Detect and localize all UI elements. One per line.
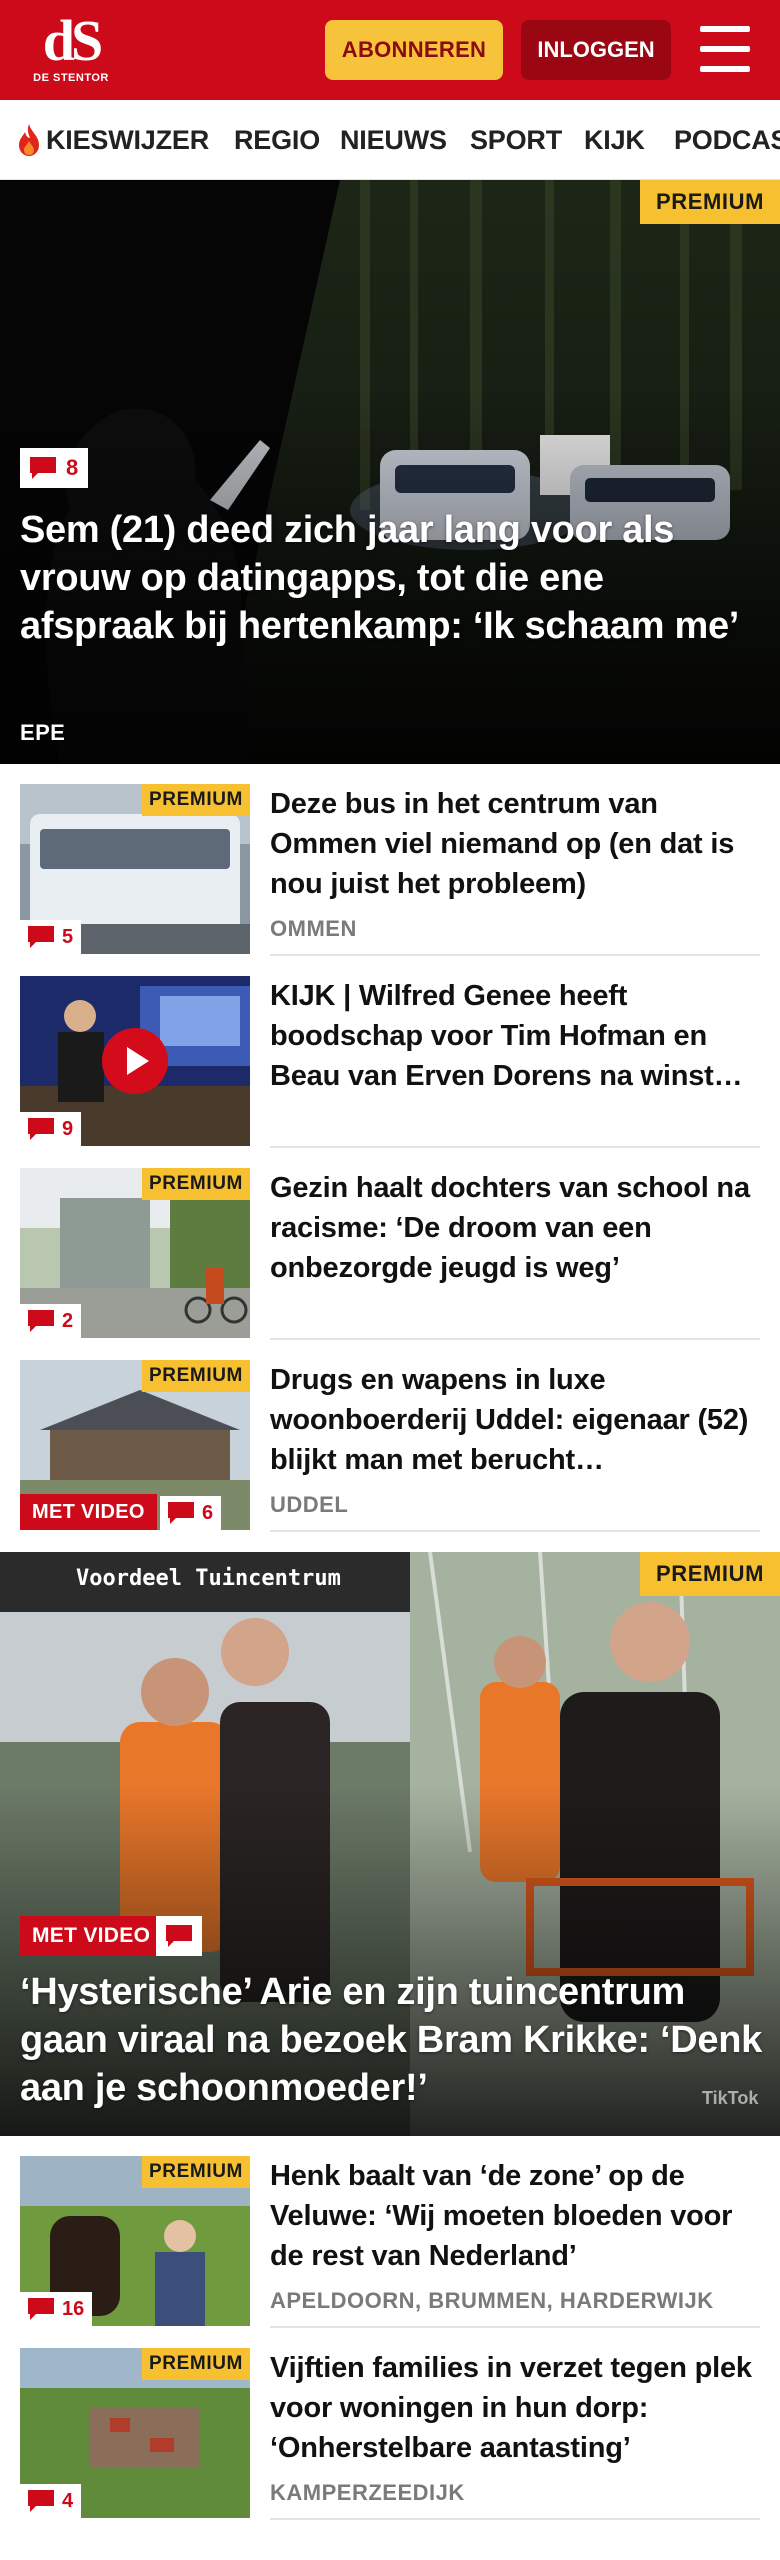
comment-count-badge	[156, 1916, 202, 1956]
hero-article-2[interactable]: Voordeel Tuincentrum TikTok PREMIUM MET …	[0, 1552, 780, 2136]
article-card[interactable]: PREMIUM 2 Gezin haalt dochters van schoo…	[20, 1168, 760, 1338]
comment-icon	[168, 1502, 194, 1524]
premium-badge: PREMIUM	[142, 2348, 250, 2380]
article-thumbnail: PREMIUM 16	[20, 2156, 250, 2326]
comment-icon	[28, 2298, 54, 2320]
nav-item-regio[interactable]: REGIO	[234, 100, 320, 179]
premium-badge: PREMIUM	[640, 180, 780, 224]
article-title[interactable]: Vijftien families in verzet tegen plek v…	[270, 2348, 760, 2468]
hero-title[interactable]: ‘Hysterische’ Arie en zijn tuincentrum g…	[20, 1968, 770, 2112]
nav-item-sport[interactable]: SPORT	[470, 100, 562, 179]
article-location: APELDOORN, BRUMMEN, HARDERWIJK	[270, 2288, 714, 2313]
article-location: KAMPERZEEDIJK	[270, 2480, 465, 2505]
premium-badge: PREMIUM	[142, 1360, 250, 1392]
section-nav: KIESWIJZER REGIO NIEUWS SPORT KIJK PODCA…	[0, 100, 780, 180]
article-thumbnail: PREMIUM 2	[20, 1168, 250, 1338]
nav-item-kieswijzer[interactable]: KIESWIJZER	[16, 100, 210, 179]
premium-badge: PREMIUM	[142, 784, 250, 816]
article-title[interactable]: Henk baalt van ‘de zone’ op de Veluwe: ‘…	[270, 2156, 760, 2276]
comment-count-badge: 9	[20, 1112, 82, 1146]
premium-badge: PREMIUM	[640, 1552, 780, 1596]
comment-icon	[30, 457, 56, 479]
comment-count-badge: 16	[20, 2292, 93, 2326]
article-card[interactable]: PREMIUM 16 Henk baalt van ‘de zone’ op d…	[20, 2156, 760, 2326]
comment-count-badge: 5	[20, 920, 82, 954]
article-location: UDDEL	[270, 1492, 349, 1517]
comment-icon	[166, 1925, 192, 1947]
article-title[interactable]: Drugs en wapens in luxe woonboerderij Ud…	[270, 1360, 760, 1480]
top-bar: dS DE STENTOR ABONNEREN INLOGGEN	[0, 0, 780, 100]
divider	[270, 2518, 760, 2520]
hero-article-1[interactable]: PREMIUM 8 Sem (21) deed zich jaar lang v…	[0, 180, 780, 764]
divider	[270, 954, 760, 956]
logo-mark: dS	[42, 8, 104, 73]
video-label: MET VIDEO	[20, 1494, 157, 1530]
comment-count-badge: 2	[20, 1304, 82, 1338]
nav-item-nieuws[interactable]: NIEUWS	[340, 100, 447, 179]
article-card[interactable]: PREMIUM 4 Vijftien families in verzet te…	[20, 2348, 760, 2518]
divider	[270, 1146, 760, 1148]
article-card[interactable]: PREMIUM 5 Deze bus in het centrum van Om…	[20, 784, 760, 954]
article-location: OMMEN	[270, 916, 357, 941]
video-label: MET VIDEO	[20, 1916, 163, 1956]
comment-count: 9	[62, 1117, 74, 1140]
comment-icon	[28, 926, 54, 948]
logo[interactable]: dS DE STENTOR	[26, 12, 116, 92]
divider	[270, 2326, 760, 2328]
comment-count-badge: 8	[20, 448, 89, 488]
premium-badge: PREMIUM	[142, 1168, 250, 1200]
comment-icon	[28, 1118, 54, 1140]
premium-badge: PREMIUM	[142, 2156, 250, 2188]
nav-item-podcast[interactable]: PODCAST	[674, 100, 780, 179]
article-thumbnail: PREMIUM 5	[20, 784, 250, 954]
nav-label: KIESWIJZER	[46, 124, 210, 155]
login-button[interactable]: INLOGGEN	[521, 20, 671, 80]
comment-count: 8	[66, 455, 79, 480]
article-thumbnail: PREMIUM MET VIDEO 6	[20, 1360, 250, 1530]
article-title[interactable]: Gezin haalt dochters van school na racis…	[270, 1168, 760, 1288]
comment-count: 16	[62, 2297, 85, 2320]
play-button-icon[interactable]	[102, 1028, 168, 1094]
store-sign: Voordeel Tuincentrum	[76, 1566, 341, 1591]
article-thumbnail: PREMIUM 4	[20, 2348, 250, 2518]
comment-count-badge: 6	[160, 1496, 222, 1530]
comment-icon	[28, 1310, 54, 1332]
flame-icon	[19, 124, 39, 156]
comment-count: 4	[62, 2489, 74, 2512]
article-card[interactable]: 9 KIJK | Wilfred Genee heeft boodschap v…	[20, 976, 760, 1146]
menu-icon[interactable]	[700, 26, 750, 72]
divider	[270, 1530, 760, 1532]
hero-title[interactable]: Sem (21) deed zich jaar lang voor als vr…	[20, 506, 760, 650]
article-card[interactable]: PREMIUM MET VIDEO 6 Drugs en wapens in l…	[20, 1360, 760, 1530]
divider	[270, 1338, 760, 1340]
comment-count: 6	[202, 1501, 214, 1524]
comment-count-badge: 4	[20, 2484, 82, 2518]
nav-item-kijk[interactable]: KIJK	[584, 100, 645, 179]
hero-location: EPE	[20, 720, 66, 745]
subscribe-button[interactable]: ABONNEREN	[325, 20, 503, 80]
article-title[interactable]: Deze bus in het centrum van Ommen viel n…	[270, 784, 760, 904]
logo-subtitle: DE STENTOR	[33, 72, 109, 84]
article-title[interactable]: KIJK | Wilfred Genee heeft boodschap voo…	[270, 976, 760, 1096]
article-thumbnail: 9	[20, 976, 250, 1146]
comment-count: 2	[62, 1309, 74, 1332]
comment-icon	[28, 2490, 54, 2512]
comment-count: 5	[62, 925, 74, 948]
hero-image	[0, 180, 780, 764]
